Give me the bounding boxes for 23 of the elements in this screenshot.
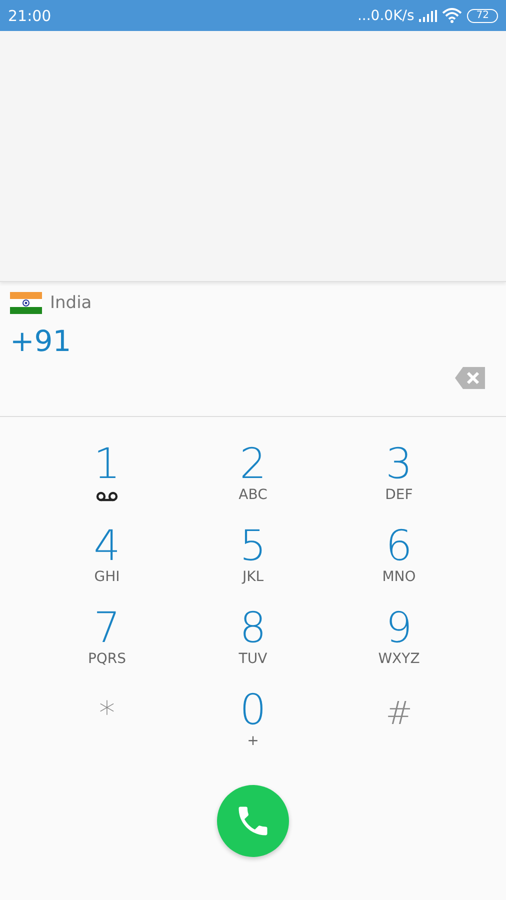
flag-icon[interactable]: [10, 292, 42, 314]
clock-time: 21:00: [8, 6, 52, 24]
backspace-icon[interactable]: [454, 366, 486, 390]
network-speed: ...0.0K/s: [357, 8, 414, 24]
voicemail-icon: [96, 491, 118, 502]
battery-level: 72: [467, 8, 498, 22]
signal-icon: [419, 10, 438, 22]
dial-key[interactable]: 3 DEF: [326, 441, 472, 515]
phone-number-field[interactable]: +91: [0, 314, 82, 358]
dial-key[interactable]: 7 PQRS: [34, 605, 180, 679]
dial-key[interactable]: 5 JKL: [180, 523, 326, 597]
dial-key[interactable]: 1: [34, 441, 180, 515]
dial-key[interactable]: #: [326, 687, 472, 761]
dial-key[interactable]: 2 ABC: [180, 441, 326, 515]
dial-key[interactable]: 6 MNO: [326, 523, 472, 597]
dial-key[interactable]: 8 TUV: [180, 605, 326, 679]
country-name[interactable]: India: [50, 293, 92, 313]
dial-key[interactable]: 0 +: [180, 687, 326, 761]
dial-key[interactable]: *: [34, 687, 180, 761]
wifi-icon: [442, 8, 462, 23]
call-button[interactable]: [217, 785, 289, 857]
dial-key[interactable]: 4 GHI: [34, 523, 180, 597]
dial-key[interactable]: 9 WXYZ: [326, 605, 472, 679]
